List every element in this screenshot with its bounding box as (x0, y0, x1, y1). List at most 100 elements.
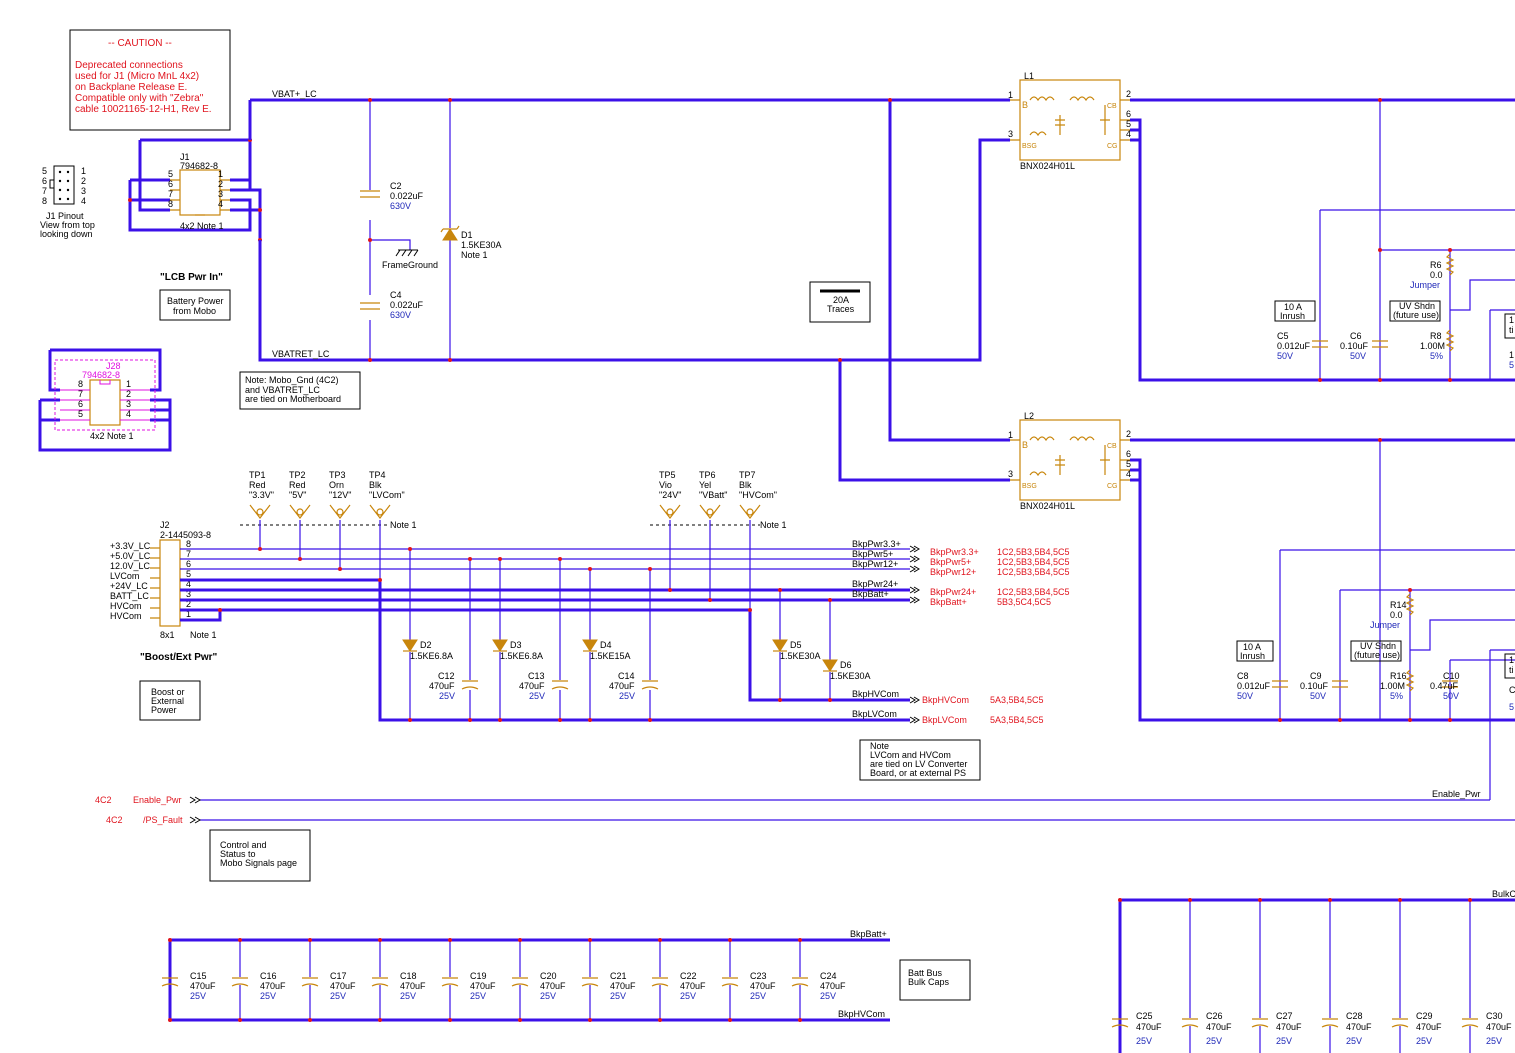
r8-value: 1.00M (1420, 341, 1445, 351)
j2-pin-number: 5 (186, 569, 191, 579)
c8-voltage: 50V (1237, 691, 1253, 701)
bus-label: BkpPwr24+ (852, 579, 898, 589)
junction-dot (238, 1018, 242, 1022)
junction-dot (308, 1018, 312, 1022)
cap-voltage: 25V (190, 991, 206, 1001)
pin-label: 8 (168, 199, 173, 209)
junction-dot (168, 938, 172, 942)
r16-ref: R16 (1390, 671, 1407, 681)
c14-capacitor: C14470uF25V (609, 671, 659, 701)
cap-symbol (1321, 1018, 1339, 1028)
junction-dot (798, 1018, 802, 1022)
signal-lines: 4C2 Enable_Pwr 4C2 /PS_Fault Enable_Pwr (95, 789, 1515, 825)
frameground-label: FrameGround (382, 260, 438, 270)
cap-voltage: 25V (820, 991, 836, 1001)
tp-note: Note 1 (760, 520, 787, 530)
c19-capacitor: C19470uF25V (441, 938, 496, 1022)
diode-ref: D3 (510, 640, 522, 650)
tp-ref: TP2 (289, 470, 306, 480)
traces-note: 20A Traces (809, 281, 871, 323)
l1-part: BNX024H01L (1020, 161, 1075, 171)
c4-voltage: 630V (390, 310, 411, 320)
diode-ref: D5 (790, 640, 802, 650)
note-line: Inrush (1240, 651, 1265, 661)
tp-ring (376, 508, 384, 516)
l1-pin-name: B (1022, 100, 1028, 110)
j2-pin-number: 6 (186, 559, 191, 569)
note-line: Power (151, 705, 177, 715)
pin-label: 1 (1008, 90, 1013, 100)
caution-line: Deprecated connections (75, 60, 183, 71)
c5-voltage: 50V (1277, 351, 1293, 361)
cap-value: 470uF (1346, 1022, 1372, 1032)
bus-label: BkpPwr5+ (852, 549, 893, 559)
r8-tol: 5% (1430, 351, 1443, 361)
right-lower-section: 10 A Inrush C8 0.012uF 50V C9 0.10uF 50V… (1236, 438, 1515, 800)
offpage-ref: 1C2,5B3,5B4,5C5 (997, 557, 1070, 567)
j2-pin-labels: +3.3V_LC+5.0V_LC12.0V_LCLVCom+24V_LCBATT… (110, 539, 191, 621)
cap-voltage: 25V (1486, 1036, 1502, 1046)
junction-dot (728, 938, 732, 942)
junction-dot (378, 938, 382, 942)
caution-line: used for J1 (Micro MnL 4x2) (75, 71, 199, 82)
tp-color: Red (249, 480, 266, 490)
bus-capacitors: C12470uF25VC13470uF25VC14470uF25V (429, 671, 659, 701)
diode-body (402, 639, 418, 652)
edge-text: ti (1509, 665, 1514, 675)
pin-label: 8 (42, 196, 47, 206)
cap-voltage: 25V (260, 991, 276, 1001)
tp-ref: TP4 (369, 470, 386, 480)
tp-ref: TP3 (329, 470, 346, 480)
cap-symbol (371, 977, 389, 987)
note-line: are tied on Motherboard (245, 394, 341, 404)
j2-pin-number: 8 (186, 539, 191, 549)
r6-ref: R6 (1430, 260, 1442, 270)
r16-value: 1.00M (1380, 681, 1405, 691)
bus-label: BkpPwr12+ (852, 559, 898, 569)
j2-net-label: HVCom (110, 611, 142, 621)
pin-label: 7 (42, 186, 47, 196)
net-label: Enable_Pwr (1432, 789, 1481, 799)
c21-capacitor: C21470uF25V (581, 938, 636, 1022)
j2-net-label: HVCom (110, 601, 142, 611)
r6-value: 0.0 (1430, 270, 1443, 280)
l2-pin-name: B (1022, 440, 1028, 450)
tp-note: Note 1 (390, 520, 417, 530)
tp-label: "3.3V" (249, 490, 274, 500)
caution-line: Compatible only with "Zebra" (75, 93, 204, 104)
junction-dot (308, 938, 312, 942)
junction-dot (1258, 898, 1262, 902)
cap-value: 470uF (190, 981, 216, 991)
r8-ref: R8 (1430, 331, 1442, 341)
note-line: Battery Power (167, 296, 224, 306)
junction-dot (588, 938, 592, 942)
cap-ref: C30 (1486, 1011, 1503, 1021)
j2-footer: 8x1 (160, 630, 175, 640)
junction-dot (168, 1018, 172, 1022)
cap-ref: C21 (610, 971, 627, 981)
c2-ref: C2 (390, 181, 402, 191)
c8-value: 0.012uF (1237, 681, 1271, 691)
cap-symbol (581, 977, 599, 987)
edge-text: ti (1509, 325, 1514, 335)
offpage-ref: 5A3,5B4,5C5 (990, 715, 1044, 725)
tp-symbol (249, 504, 271, 519)
batt-bulk-rails: BkpBatt+ BkpHVCom (168, 929, 890, 1022)
cap-symbol (231, 977, 249, 987)
j1-pinout: 5 6 7 8 1 2 3 4 J1 Pinout View from top … (40, 165, 95, 239)
cap-value: 470uF (1486, 1022, 1512, 1032)
boost-note: Boost or External Power (139, 680, 201, 721)
l2-pin-name: BSG (1022, 483, 1037, 490)
pin-label: 5 (42, 166, 47, 176)
right-bulk-caps: C25470uF25VC26470uF25VC27470uF25VC28470u… (1111, 898, 1512, 1053)
c4-value: 0.022uF (390, 300, 424, 310)
signal-ref: 4C2 (95, 795, 112, 805)
pin-label: 6 (1126, 449, 1131, 459)
pin-label: 3 (126, 399, 131, 409)
note-line: (future use) (1354, 650, 1400, 660)
tp-color: Blk (739, 480, 752, 490)
tp-color: Orn (329, 480, 344, 490)
offpage-name: BkpPwr3.3+ (930, 547, 979, 557)
cap-ref: C12 (438, 671, 455, 681)
bus-label: BkpBatt+ (852, 589, 889, 599)
